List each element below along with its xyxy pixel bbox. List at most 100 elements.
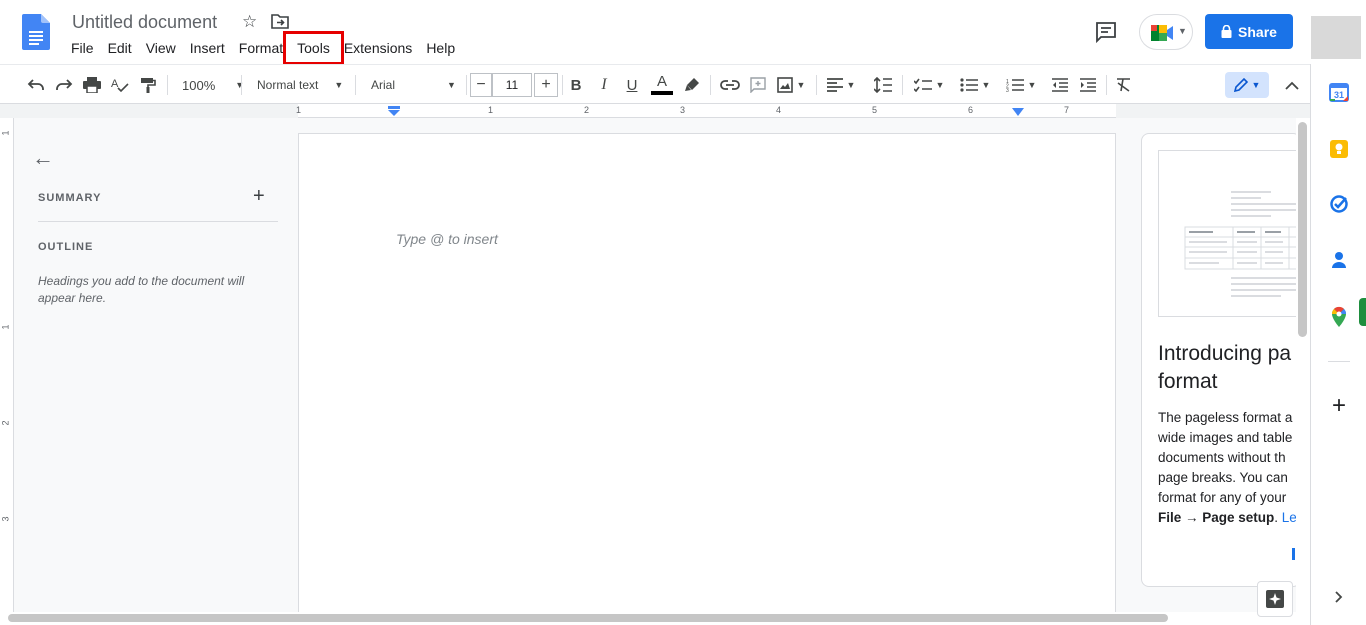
ruler-tick: 4 bbox=[776, 105, 782, 115]
tasks-icon[interactable] bbox=[1327, 192, 1351, 216]
meet-button[interactable]: ▼ bbox=[1139, 14, 1193, 50]
chevron-down-icon: ▼ bbox=[1027, 80, 1037, 90]
calendar-icon[interactable]: 31 bbox=[1327, 80, 1351, 104]
ruler-tick: 3 bbox=[0, 516, 11, 522]
paint-format-icon[interactable] bbox=[136, 73, 160, 97]
document-page[interactable] bbox=[298, 133, 1116, 613]
align-icon[interactable]: ▼ bbox=[824, 73, 858, 97]
folder-move-icon[interactable] bbox=[271, 13, 289, 29]
ruler-tick: 2 bbox=[584, 105, 590, 115]
card-title-line: Introducing pa bbox=[1158, 342, 1292, 365]
menu-file[interactable]: File bbox=[64, 38, 101, 58]
chevron-down-icon: ▼ bbox=[1178, 26, 1187, 36]
bold-icon[interactable]: B bbox=[566, 73, 586, 97]
italic-icon[interactable]: I bbox=[594, 73, 614, 97]
add-addon-icon[interactable]: + bbox=[1327, 392, 1351, 419]
menu-insert[interactable]: Insert bbox=[183, 38, 232, 58]
card-body: The pageless format a wide images and ta… bbox=[1158, 408, 1300, 528]
keep-icon[interactable] bbox=[1327, 137, 1351, 161]
clear-formatting-icon[interactable] bbox=[1112, 73, 1136, 97]
card-body-line: format for any of your bbox=[1158, 490, 1287, 505]
horizontal-ruler-page-area bbox=[298, 104, 1116, 118]
increase-font-size-button[interactable]: + bbox=[534, 73, 558, 97]
editing-mode-button[interactable]: ▼ bbox=[1225, 72, 1269, 98]
style-value: Normal text bbox=[257, 78, 319, 92]
spellcheck-icon[interactable]: A bbox=[108, 73, 132, 97]
undo-icon[interactable] bbox=[24, 73, 48, 97]
zoom-value: 100% bbox=[182, 77, 216, 93]
avatar[interactable] bbox=[1311, 16, 1361, 59]
insert-placeholder[interactable]: Type @ to insert bbox=[396, 231, 498, 247]
app-header: Untitled document ☆ File Edit View Inser… bbox=[0, 0, 1366, 65]
insert-image-icon[interactable]: ▼ bbox=[774, 73, 808, 97]
star-icon[interactable]: ☆ bbox=[242, 12, 257, 32]
chevron-down-icon: ▼ bbox=[846, 80, 856, 90]
document-title[interactable]: Untitled document bbox=[72, 12, 217, 33]
chevron-down-icon: ▼ bbox=[447, 80, 456, 90]
decrease-indent-icon[interactable] bbox=[1048, 73, 1072, 97]
toolbar-divider bbox=[1106, 75, 1107, 95]
card-body-line: wide images and table bbox=[1158, 430, 1293, 445]
outline-empty-note: Headings you add to the document will ap… bbox=[38, 274, 245, 305]
decrease-font-size-button[interactable]: − bbox=[470, 73, 492, 97]
zoom-select[interactable]: 100% ▼ bbox=[178, 73, 244, 97]
vertical-ruler[interactable] bbox=[0, 118, 14, 618]
vertical-scrollbar-thumb[interactable] bbox=[1298, 122, 1307, 337]
underline-icon[interactable]: U bbox=[622, 73, 642, 97]
horizontal-scrollbar-thumb[interactable] bbox=[8, 614, 1168, 622]
learn-more-link[interactable]: Le bbox=[1282, 510, 1297, 525]
hide-menus-icon[interactable] bbox=[1280, 73, 1304, 97]
increase-indent-icon[interactable] bbox=[1076, 73, 1100, 97]
ruler-tick: 1 bbox=[488, 105, 494, 115]
print-icon[interactable] bbox=[80, 73, 104, 97]
toolbar-divider bbox=[167, 75, 168, 95]
line-spacing-icon[interactable] bbox=[870, 73, 896, 97]
chevron-right-icon[interactable] bbox=[1327, 585, 1351, 609]
bulleted-list-icon[interactable]: ▼ bbox=[956, 73, 994, 97]
menu-tools[interactable]: Tools bbox=[283, 31, 344, 65]
toolbar-divider bbox=[816, 75, 817, 95]
highlight-color-icon[interactable] bbox=[680, 73, 704, 97]
pencil-icon bbox=[1233, 78, 1248, 92]
arrow-back-icon[interactable]: ← bbox=[32, 145, 54, 171]
redo-icon[interactable] bbox=[52, 73, 76, 97]
svg-text:3: 3 bbox=[1006, 88, 1009, 92]
contacts-icon[interactable] bbox=[1327, 248, 1351, 272]
docs-logo-icon[interactable] bbox=[22, 14, 50, 50]
insert-link-icon[interactable] bbox=[718, 73, 742, 97]
chevron-down-icon: ▼ bbox=[1251, 80, 1261, 90]
font-family-select[interactable]: Arial ▼ bbox=[366, 73, 462, 97]
summary-heading: SUMMARY bbox=[38, 192, 102, 204]
card-bold-text: File → Page setup bbox=[1158, 510, 1275, 525]
add-comment-icon[interactable] bbox=[746, 73, 770, 97]
share-button[interactable]: Share bbox=[1205, 14, 1293, 49]
toolbar-divider bbox=[241, 75, 242, 95]
outline-divider bbox=[38, 221, 278, 222]
toolbar-divider bbox=[466, 75, 467, 95]
paragraph-style-select[interactable]: Normal text ▼ bbox=[252, 73, 348, 97]
text-color-icon[interactable]: A bbox=[650, 73, 674, 97]
menu-help[interactable]: Help bbox=[419, 38, 462, 58]
menu-format[interactable]: Format bbox=[232, 38, 290, 58]
checklist-icon[interactable]: ▼ bbox=[910, 73, 948, 97]
right-indent-marker-icon[interactable] bbox=[1012, 108, 1024, 116]
menu-edit[interactable]: Edit bbox=[101, 38, 139, 58]
font-size-input[interactable]: 11 bbox=[492, 73, 532, 97]
card-button-edge[interactable] bbox=[1292, 548, 1295, 560]
left-indent-marker-icon[interactable] bbox=[388, 106, 400, 116]
maps-icon[interactable] bbox=[1327, 305, 1351, 329]
menu-bar: File Edit View Insert Format Tools Exten… bbox=[64, 31, 462, 65]
pageless-intro-card: Introducing pa format The pageless forma… bbox=[1141, 133, 1301, 587]
ruler-tick: 7 bbox=[1064, 105, 1070, 115]
chevron-down-icon: ▼ bbox=[235, 80, 245, 90]
active-panel-indicator bbox=[1359, 298, 1366, 326]
card-body-line: page breaks. You can bbox=[1158, 470, 1288, 485]
card-title: Introducing pa format bbox=[1158, 340, 1300, 396]
comment-history-icon[interactable] bbox=[1094, 20, 1118, 44]
numbered-list-icon[interactable]: 123 ▼ bbox=[1002, 73, 1040, 97]
menu-extensions[interactable]: Extensions bbox=[337, 38, 419, 58]
explore-button[interactable] bbox=[1257, 581, 1293, 617]
outline-heading: OUTLINE bbox=[38, 241, 94, 253]
menu-view[interactable]: View bbox=[139, 38, 183, 58]
add-summary-icon[interactable]: + bbox=[253, 185, 265, 208]
